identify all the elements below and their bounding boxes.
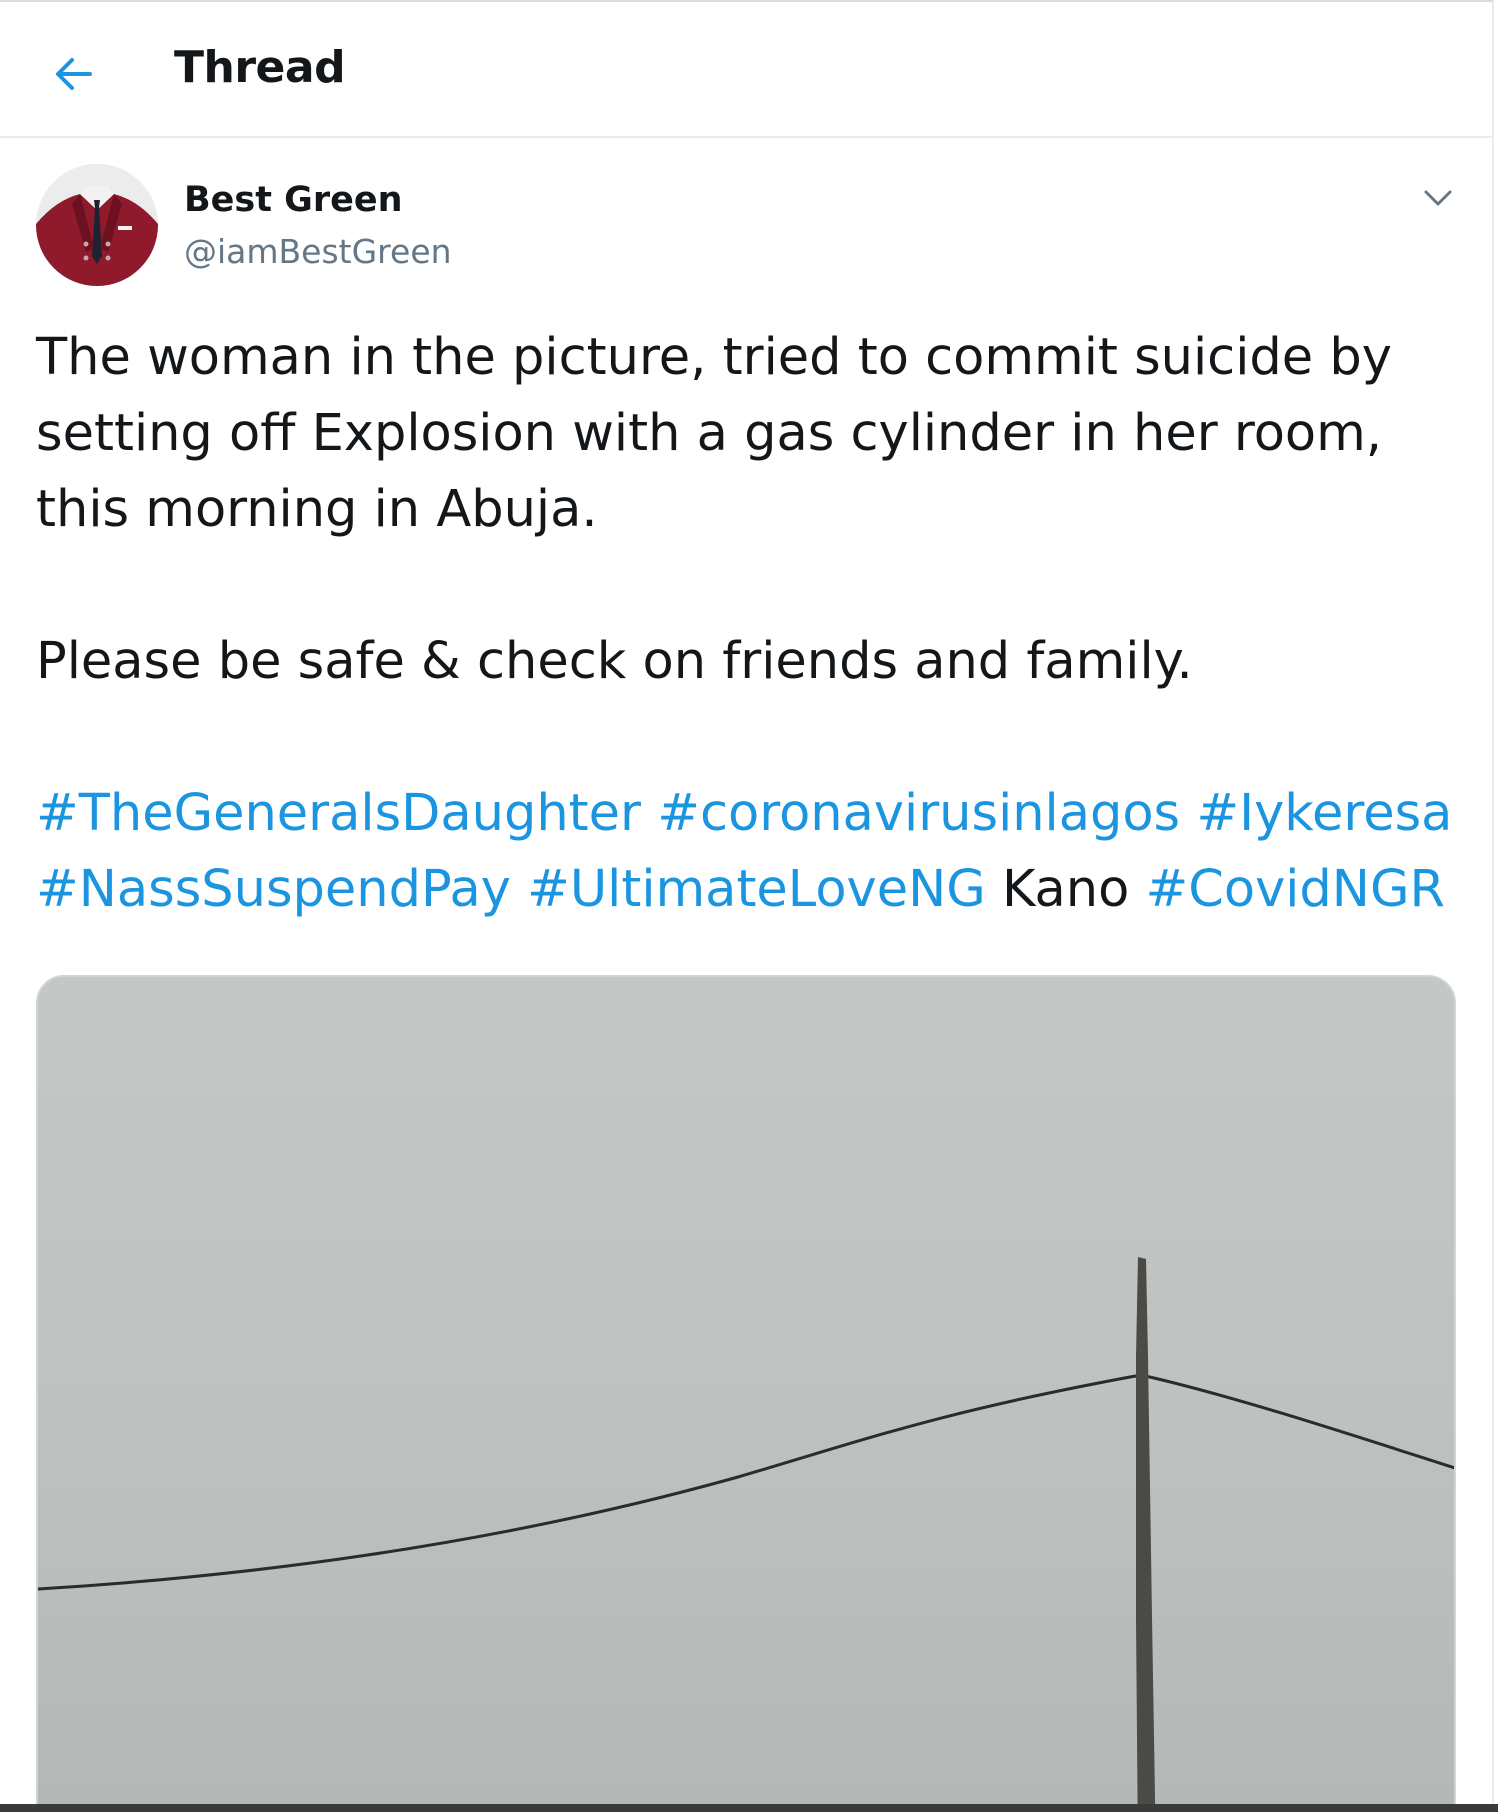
chevron-down-icon bbox=[1424, 190, 1452, 206]
hashtag-line: #TheGeneralsDaughter #coronavirusinlagos… bbox=[36, 776, 1456, 928]
arrow-left-icon bbox=[56, 58, 92, 90]
sky-with-pole-and-wire-photo-icon bbox=[38, 977, 1454, 1808]
avatar[interactable] bbox=[36, 164, 158, 286]
thread-window: Thread Best Green @iamBestGreen The woma… bbox=[0, 0, 1494, 1808]
hashtag-link[interactable]: #coronavirusinlagos bbox=[657, 784, 1180, 843]
tweet-text: The woman in the picture, tried to commi… bbox=[36, 320, 1456, 928]
tweet-paragraph: Please be safe & check on friends and fa… bbox=[36, 632, 1193, 691]
back-button[interactable] bbox=[46, 46, 102, 102]
hashtag-link[interactable]: #UltimateLoveNG bbox=[527, 860, 986, 919]
plain-text: Kano bbox=[1001, 860, 1130, 919]
thread-header: Thread bbox=[0, 2, 1492, 138]
tweet-paragraph: The woman in the picture, tried to commi… bbox=[36, 328, 1392, 539]
hashtag-link[interactable]: #Iykeresa bbox=[1196, 784, 1452, 843]
tweet-media-image[interactable] bbox=[36, 975, 1456, 1808]
hashtag-link[interactable]: #CovidNGR bbox=[1146, 860, 1445, 919]
hashtag-link[interactable]: #NassSuspendPay bbox=[36, 860, 511, 919]
tweet: Best Green @iamBestGreen The woman in th… bbox=[0, 140, 1492, 1808]
red-suit-avatar-icon bbox=[36, 164, 158, 286]
hashtag-link[interactable]: #TheGeneralsDaughter bbox=[36, 784, 641, 843]
page-title: Thread bbox=[174, 42, 346, 93]
bottom-edge-bar bbox=[0, 1804, 1498, 1812]
tweet-menu-button[interactable] bbox=[1418, 178, 1458, 218]
author-handle[interactable]: @iamBestGreen bbox=[184, 232, 452, 271]
author-name[interactable]: Best Green bbox=[184, 180, 403, 220]
